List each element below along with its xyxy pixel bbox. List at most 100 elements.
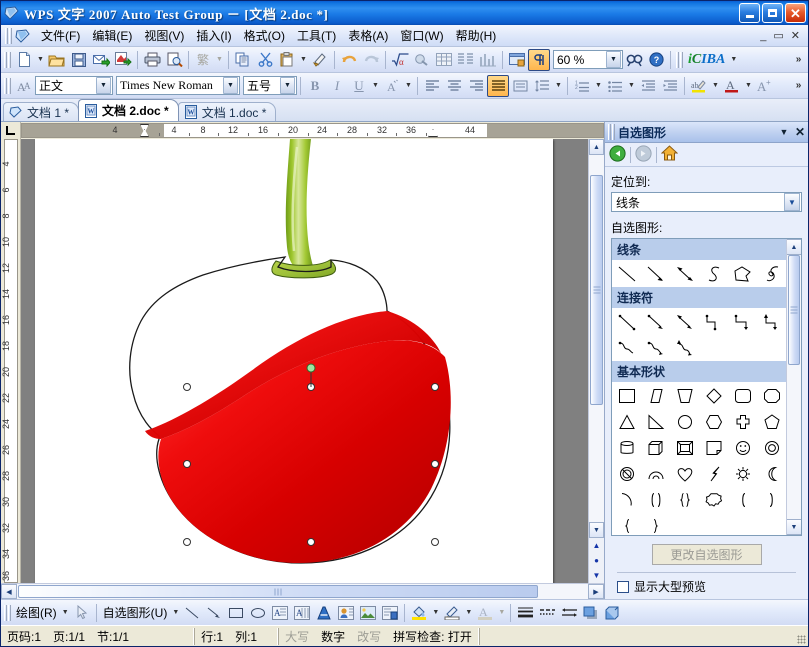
shape-bevel[interactable] [670, 435, 699, 461]
gallery-scroll-track[interactable] [787, 255, 801, 519]
show-formatting-marks-icon[interactable] [528, 49, 550, 71]
character-shading-dropdown-icon[interactable]: ▼ [403, 75, 414, 97]
standard-toolbar-overflow-icon[interactable]: » [793, 49, 804, 71]
shape-regular-polygon[interactable] [699, 487, 728, 513]
shape-pentagon[interactable] [757, 409, 786, 435]
new-document-dropdown-icon[interactable]: ▼ [35, 49, 46, 71]
shape-oval[interactable] [670, 409, 699, 435]
gallery-scroll-up-button[interactable]: ▲ [787, 239, 801, 255]
shape-no-symbol[interactable] [612, 461, 641, 487]
shape-double-brace[interactable] [670, 487, 699, 513]
show-large-preview-checkbox[interactable]: 显示大型预览 [617, 578, 796, 595]
large-preview-checkbox-box[interactable] [617, 581, 629, 593]
font-dropdown-icon[interactable]: ▼ [223, 77, 238, 94]
next-page-button[interactable]: ▼ [589, 568, 604, 583]
shape-elbow-connector[interactable] [699, 309, 728, 335]
line-spacing-icon[interactable] [531, 75, 553, 97]
undo-icon[interactable] [338, 49, 360, 71]
document-tab-1[interactable]: 文档 1 * [3, 102, 79, 121]
shape-curve[interactable] [699, 261, 728, 287]
shape-curved-connector[interactable] [612, 335, 641, 361]
shape-cube[interactable] [641, 435, 670, 461]
goto-dropdown-icon[interactable]: ▼ [784, 193, 800, 211]
horizontal-scroll-thumb[interactable] [18, 585, 538, 598]
mail-send-icon[interactable] [90, 49, 112, 71]
horizontal-scrollbar[interactable]: ◀ ▶ [1, 583, 604, 599]
grow-font-icon[interactable]: A+ [754, 75, 776, 97]
shape-freeform[interactable] [728, 261, 757, 287]
shape-line[interactable] [612, 261, 641, 287]
resize-grip[interactable] [797, 635, 806, 644]
task-pane-grip[interactable] [608, 124, 615, 140]
bulleted-list-icon[interactable] [604, 75, 626, 97]
menu-item-file[interactable]: 文件(F) [35, 24, 86, 47]
highlight-color-dropdown-icon[interactable]: ▼ [710, 75, 721, 97]
shape-right-triangle[interactable] [641, 409, 670, 435]
highlight-color-icon[interactable]: ab [688, 75, 710, 97]
font-size-combo[interactable]: 五号 ▼ [243, 76, 297, 95]
shape-right-brace[interactable] [641, 513, 670, 535]
formatting-toolbar-overflow-icon[interactable]: » [793, 75, 804, 97]
shape-double-arrow[interactable] [670, 261, 699, 287]
task-pane-menu-icon[interactable]: ▼ [776, 127, 792, 137]
cherry-autoshape[interactable] [35, 139, 553, 579]
rectangle-tool-icon[interactable] [225, 602, 247, 624]
open-icon[interactable] [46, 49, 68, 71]
hyperlink-icon[interactable] [411, 49, 433, 71]
align-left-icon[interactable] [421, 75, 443, 97]
document-page[interactable] [35, 139, 553, 583]
shape-donut[interactable] [757, 435, 786, 461]
draw-menu-dropdown-icon[interactable]: ▼ [60, 602, 71, 624]
document-tab-2[interactable]: W 文档 2.doc * [78, 99, 179, 121]
scroll-up-button[interactable]: ▲ [589, 139, 604, 155]
font-size-dropdown-icon[interactable]: ▼ [280, 77, 295, 94]
autoshapes-menu-dropdown-icon[interactable]: ▼ [170, 602, 181, 624]
shape-cross[interactable] [728, 409, 757, 435]
horizontal-ruler[interactable]: 4 4 8 12 16 20 24 28 32 36 44 [21, 123, 604, 138]
shape-sun[interactable] [728, 461, 757, 487]
shape-double-bracket[interactable] [641, 487, 670, 513]
zoom-dropdown-icon[interactable]: ▼ [606, 51, 621, 68]
insert-clip-art-icon[interactable] [379, 602, 401, 624]
italic-button[interactable]: I [326, 75, 348, 97]
goto-combo[interactable]: 线条 ▼ [611, 192, 802, 212]
arrow-tool-icon[interactable] [203, 602, 225, 624]
menu-item-help[interactable]: 帮助(H) [450, 24, 503, 47]
maximize-button[interactable] [762, 3, 783, 23]
shape-heart[interactable] [670, 461, 699, 487]
paste-dropdown-icon[interactable]: ▼ [298, 49, 309, 71]
arrow-style-icon[interactable] [558, 602, 580, 624]
decrease-indent-icon[interactable] [637, 75, 659, 97]
shape-diamond[interactable] [699, 383, 728, 409]
scroll-down-button[interactable]: ▼ [589, 522, 604, 538]
copy-icon[interactable] [232, 49, 254, 71]
numbered-list-dropdown-icon[interactable]: ▼ [593, 75, 604, 97]
drawing-toolbar-grip[interactable] [4, 605, 11, 621]
menu-item-insert[interactable]: 插入(I) [190, 24, 237, 47]
shape-arrow[interactable] [641, 261, 670, 287]
scroll-left-button[interactable]: ◀ [1, 584, 17, 599]
traditional-chinese-dropdown-icon[interactable]: ▼ [214, 49, 225, 71]
save-icon[interactable] [68, 49, 90, 71]
text-box-icon[interactable]: A [269, 602, 291, 624]
previous-page-button[interactable]: ▲ [589, 538, 604, 553]
gallery-scrollbar[interactable]: ▲ ▼ [786, 239, 801, 535]
underline-dropdown-icon[interactable]: ▼ [370, 75, 381, 97]
vertical-scrollbar[interactable]: ▲ ▼ ▲ ● ▼ [588, 139, 604, 583]
new-document-icon[interactable] [13, 49, 35, 71]
shape-can[interactable] [612, 435, 641, 461]
shape-folded-corner[interactable] [699, 435, 728, 461]
home-icon[interactable] [661, 145, 678, 164]
vertical-scroll-track[interactable] [589, 155, 604, 522]
paste-icon[interactable] [276, 49, 298, 71]
shape-smiley-face[interactable] [728, 435, 757, 461]
task-pane-icon[interactable] [506, 49, 528, 71]
document-tab-3[interactable]: W 文档 1.doc * [178, 102, 277, 121]
bulleted-list-dropdown-icon[interactable]: ▼ [626, 75, 637, 97]
tab-stop-selector[interactable] [1, 122, 21, 139]
status-spellcheck[interactable]: 拼写检查: 打开 [387, 628, 478, 645]
shape-rectangle[interactable] [612, 383, 641, 409]
font-combo[interactable]: Times New Roman ▼ [116, 76, 240, 95]
status-num-lock[interactable]: 数字 [315, 628, 351, 645]
shape-trapezoid[interactable] [670, 383, 699, 409]
